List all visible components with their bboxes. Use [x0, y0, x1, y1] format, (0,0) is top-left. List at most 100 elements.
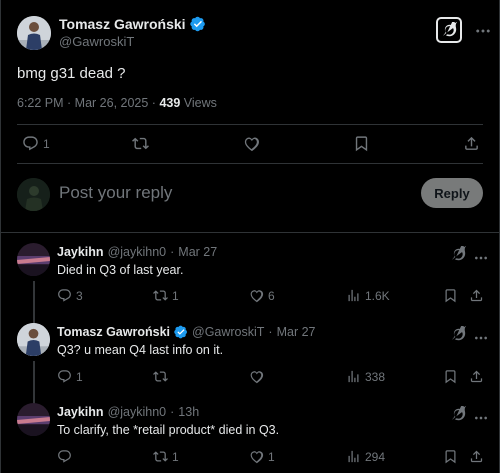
grok-button[interactable]	[450, 406, 466, 422]
like-icon	[249, 288, 264, 303]
reply-author-handle[interactable]: @GawroskiT	[192, 325, 264, 339]
like-action[interactable]	[249, 369, 268, 384]
retweet-icon	[153, 369, 168, 384]
grok-button[interactable]	[450, 326, 466, 342]
retweet-action[interactable]	[153, 369, 172, 384]
views-count: 1.6K	[365, 288, 390, 303]
bookmark-action[interactable]	[443, 449, 458, 464]
bookmark-icon	[443, 449, 458, 464]
grok-button[interactable]	[436, 17, 462, 43]
avatar[interactable]	[17, 243, 50, 276]
grok-icon	[450, 326, 466, 342]
views-icon	[346, 288, 361, 303]
reply-count: 1	[76, 369, 83, 384]
verified-badge-icon	[190, 16, 206, 32]
more-button[interactable]	[473, 250, 489, 266]
reply-icon	[57, 288, 72, 303]
tweet-meta: 6:22 PM · Mar 26, 2025 · 439 Views	[17, 96, 217, 110]
more-button[interactable]	[474, 22, 492, 40]
reply-action[interactable]: 1	[22, 135, 50, 152]
views-count: 439	[159, 96, 181, 110]
reply-text: To clarify, the *retail product* died in…	[57, 423, 280, 437]
retweet-icon	[132, 135, 149, 152]
share-action[interactable]	[469, 369, 484, 384]
retweet-action[interactable]: 1	[153, 449, 179, 464]
author-name-text[interactable]: Tomasz Gawroński	[59, 16, 186, 32]
reply-text: Died in Q3 of last year.	[57, 263, 184, 277]
reply-icon	[22, 135, 39, 152]
avatar[interactable]	[17, 403, 50, 436]
like-action[interactable]	[243, 135, 264, 152]
more-icon	[473, 250, 489, 266]
like-icon	[243, 135, 260, 152]
reply-time[interactable]: 13h	[178, 405, 199, 419]
share-action[interactable]	[463, 135, 480, 152]
separator: ·	[170, 245, 175, 259]
reply-time[interactable]: Mar 27	[277, 325, 316, 339]
reply-icon	[57, 449, 72, 464]
share-action[interactable]	[469, 288, 484, 303]
reply-input[interactable]: Post your reply	[59, 183, 172, 203]
avatar[interactable]	[17, 16, 51, 50]
share-icon	[469, 369, 484, 384]
more-icon	[473, 410, 489, 426]
tweet-text: bmg g31 dead ?	[17, 65, 126, 82]
like-action[interactable]: 1	[249, 449, 275, 464]
views-label: Views	[180, 96, 217, 110]
like-icon	[249, 369, 264, 384]
more-button[interactable]	[473, 410, 489, 426]
current-user-avatar[interactable]	[17, 178, 50, 211]
views-action[interactable]: 1.6K	[346, 288, 390, 303]
views-icon	[346, 449, 361, 464]
reply-count: 3	[76, 288, 83, 303]
divider	[17, 124, 483, 125]
bookmark-icon	[443, 288, 458, 303]
reply-action[interactable]: 3	[57, 288, 83, 303]
reply-action[interactable]	[57, 449, 76, 464]
grok-button[interactable]	[450, 246, 466, 262]
reply-time[interactable]: Mar 27	[178, 245, 217, 259]
reply-action[interactable]: 1	[57, 369, 83, 384]
more-icon	[473, 330, 489, 346]
like-action[interactable]: 6	[249, 288, 275, 303]
verified-badge-icon	[174, 325, 188, 339]
reply-author-handle[interactable]: @jaykihn0	[108, 405, 167, 419]
bookmark-icon	[443, 369, 458, 384]
retweet-action[interactable]: 1	[153, 288, 179, 303]
grok-icon	[450, 406, 466, 422]
divider	[1, 232, 499, 233]
like-count: 1	[268, 449, 275, 464]
reply-author-name[interactable]: Jaykihn	[57, 245, 104, 259]
bookmark-action[interactable]	[353, 135, 370, 152]
separator: ·	[268, 325, 273, 339]
retweet-count: 1	[172, 288, 179, 303]
reply-text: Q3? u mean Q4 last info on it.	[57, 343, 224, 357]
reply-author-handle[interactable]: @jaykihn0	[108, 245, 167, 259]
like-icon	[249, 449, 264, 464]
avatar[interactable]	[17, 323, 50, 356]
views-action[interactable]: 338	[346, 369, 385, 384]
share-action[interactable]	[469, 449, 484, 464]
reply-header: Jaykihn @jaykihn0 · 13h	[57, 405, 199, 419]
bookmark-action[interactable]	[443, 369, 458, 384]
author-name[interactable]: Tomasz Gawroński	[59, 16, 206, 32]
reply-button[interactable]: Reply	[421, 178, 483, 208]
more-icon	[474, 22, 492, 40]
retweet-count: 1	[172, 449, 179, 464]
grok-icon	[441, 22, 457, 38]
tweet-detail-panel: Tomasz Gawroński @GawroskiT bmg g31 dead…	[0, 0, 500, 473]
more-button[interactable]	[473, 330, 489, 346]
reply-header: Jaykihn @jaykihn0 · Mar 27	[57, 245, 217, 259]
author-handle[interactable]: @GawroskiT	[59, 34, 134, 49]
reply-author-name[interactable]: Tomasz Gawroński	[57, 325, 170, 339]
views-action[interactable]: 294	[346, 449, 385, 464]
grok-icon	[450, 246, 466, 262]
reply-author-name[interactable]: Jaykihn	[57, 405, 104, 419]
views-count: 338	[365, 369, 386, 384]
share-icon	[469, 288, 484, 303]
retweet-action[interactable]	[132, 135, 153, 152]
bookmark-icon	[353, 135, 370, 152]
tweet-timestamp[interactable]: 6:22 PM · Mar 26, 2025 ·	[17, 96, 159, 110]
bookmark-action[interactable]	[443, 288, 458, 303]
reply-count: 1	[43, 136, 50, 151]
